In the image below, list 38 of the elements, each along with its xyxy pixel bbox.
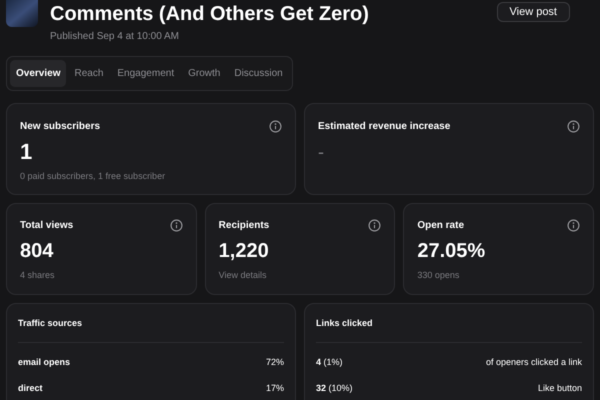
card-title: Links clicked — [316, 317, 582, 342]
card-note: 4 shares — [20, 269, 56, 282]
stat-value: 1 — [20, 140, 34, 164]
click-count: 4 (1%) — [316, 356, 343, 369]
info-icon[interactable] — [567, 120, 580, 133]
source-percent: 17% — [266, 382, 284, 395]
card-note: View details — [218, 269, 268, 282]
tab[interactable]: Reach — [68, 60, 110, 87]
info-icon[interactable] — [567, 219, 580, 232]
tab[interactable]: Overview — [10, 60, 66, 87]
card-title: New subscribers — [20, 120, 100, 134]
card-note: 0 paid subscribers, 1 free subscriber — [20, 170, 166, 183]
source-label: email opens — [18, 356, 70, 369]
click-count: 32 (10%) — [316, 382, 353, 395]
avatar-image — [6, 0, 38, 27]
stat-value: 804 — [20, 239, 54, 263]
published-date: Published Sep 4 at 10:00 AM — [50, 30, 180, 44]
info-icon[interactable] — [368, 219, 382, 232]
card-title: Traffic sources — [18, 317, 284, 342]
card-title: Open rate — [417, 219, 464, 233]
source-label: direct — [18, 382, 43, 395]
stat-value: - — [318, 141, 325, 164]
info-icon[interactable] — [170, 219, 183, 232]
card-title: Recipients — [218, 219, 270, 233]
card-note: 330 opens — [417, 269, 460, 282]
info-icon[interactable] — [269, 120, 282, 133]
card-title: Total views — [20, 219, 74, 233]
link-label: of openers clicked a link — [486, 356, 582, 369]
tab[interactable]: Discussion — [228, 60, 289, 87]
stat-value: 27.05% — [417, 239, 486, 263]
view-post-button[interactable]: View post — [496, 2, 570, 22]
tab[interactable]: Engagement — [111, 60, 180, 87]
link-label: Like button — [538, 382, 582, 395]
stat-value: 1,220 — [218, 239, 270, 263]
source-percent: 72% — [266, 356, 284, 368]
tab[interactable]: Growth — [182, 60, 226, 87]
card-title: Estimated revenue increase — [318, 120, 450, 134]
post-title: Comments (And Others Get Zero) — [50, 2, 370, 26]
